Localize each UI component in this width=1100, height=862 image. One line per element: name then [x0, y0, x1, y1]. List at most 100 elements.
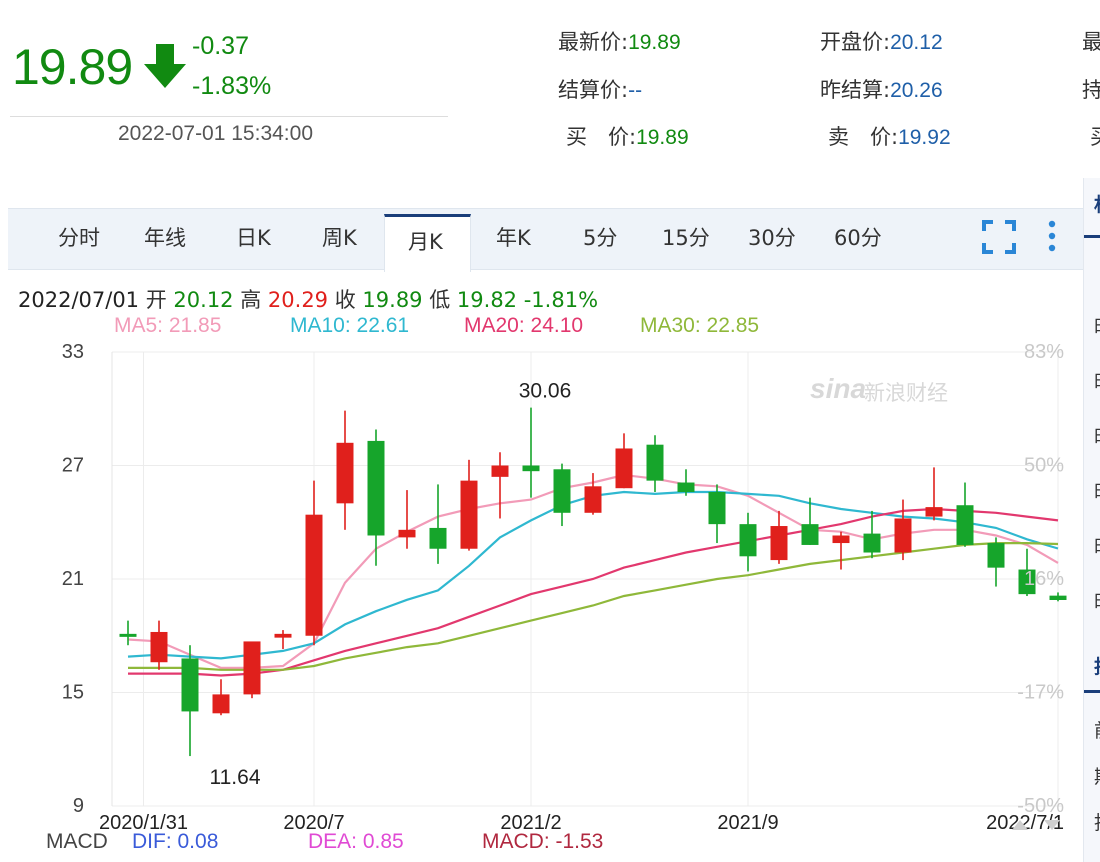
candle-body	[863, 533, 881, 553]
ma20-label: MA20: 24.10	[464, 314, 584, 337]
candle-body	[460, 480, 478, 549]
svg-text:sina: sina	[810, 373, 866, 404]
side-panel-accent	[1084, 235, 1100, 238]
y-tick-label: 33	[62, 341, 84, 363]
side-row: 时	[1094, 477, 1100, 504]
tab-week-k[interactable]: 周K	[322, 222, 357, 252]
candle	[305, 480, 323, 646]
tab-60min[interactable]: 60分	[834, 222, 882, 252]
y-tick-label: 21	[62, 568, 84, 590]
candle-body	[181, 658, 199, 712]
side-panel-accent-2	[1084, 690, 1100, 693]
candle-body	[584, 486, 602, 513]
side-title: 相	[1094, 190, 1100, 217]
info-open-label: 开	[145, 288, 167, 312]
candle	[491, 452, 509, 519]
candle-body	[367, 440, 385, 536]
candle	[677, 469, 695, 496]
tab-5min[interactable]: 5分	[583, 222, 617, 252]
quote-timestamp: 2022-07-01 15:34:00	[118, 122, 313, 145]
pct-tick-label: 16%	[1024, 568, 1064, 590]
tab-15min[interactable]: 15分	[662, 222, 710, 252]
x-tick-label: 2020/1/31	[99, 812, 188, 830]
macd-value: MACD: -1.53	[482, 830, 604, 853]
candle-body	[429, 527, 447, 549]
candle	[615, 433, 633, 489]
candle-body	[398, 529, 416, 538]
last-price: 19.89	[12, 39, 133, 95]
candle-body	[708, 491, 726, 525]
price-change: -0.37	[192, 32, 249, 60]
side-panel	[1083, 178, 1100, 862]
candle-body	[1049, 595, 1067, 600]
candle-body	[925, 507, 943, 517]
tab-month-k[interactable]: 月K	[408, 226, 443, 256]
candle	[243, 641, 261, 699]
field-bid: 买 价:19.89	[566, 125, 689, 149]
info-low-label: 低	[429, 288, 451, 312]
macd-title: MACD	[46, 830, 108, 853]
candle-body	[212, 694, 230, 714]
candle	[770, 510, 788, 564]
candle	[956, 482, 974, 547]
more-menu-icon[interactable]	[1046, 220, 1058, 252]
info-high-label: 高	[240, 288, 262, 312]
candle-body	[894, 518, 912, 553]
tab-strip: 分时 年线 日K 周K 月K 年K 5分 15分 30分 60分	[0, 208, 1084, 268]
candle-body	[677, 482, 695, 492]
candle	[832, 531, 850, 570]
fullscreen-icon[interactable]	[982, 220, 1016, 254]
candle-body	[243, 641, 261, 695]
candle-body	[274, 633, 292, 638]
side-row: 指	[1094, 808, 1100, 835]
candle	[1049, 592, 1067, 602]
ma-legend: MA5: 21.85 MA10: 22.61 MA20: 24.10 MA30: 22…	[114, 314, 759, 338]
candle-body	[987, 543, 1005, 568]
candle	[553, 463, 571, 527]
field-open: 开盘价:20.12	[820, 30, 943, 54]
info-pct: -1.81%	[523, 288, 599, 312]
candle-body	[956, 505, 974, 545]
side-row: 时	[1094, 587, 1100, 614]
annotations: 30.06 11.64	[210, 380, 572, 789]
side-row: 时	[1094, 532, 1100, 559]
candle	[646, 435, 664, 492]
tab-yearline[interactable]: 年线	[144, 222, 186, 252]
header-divider	[10, 116, 448, 117]
info-open: 20.12	[173, 288, 234, 312]
kline-chart[interactable]: sina 新浪财经 33 83%27 50%21 16%15 -17%9 -50%2020…	[0, 336, 1084, 830]
candle-body	[801, 524, 819, 545]
tab-day-k[interactable]: 日K	[236, 222, 271, 252]
candle	[739, 512, 757, 572]
info-high: 20.29	[267, 288, 329, 312]
candle	[119, 620, 137, 646]
ma-line-ma30	[128, 542, 1059, 671]
pct-tick-label: 50%	[1024, 455, 1064, 477]
candle-body	[770, 526, 788, 561]
candle-body	[336, 442, 354, 504]
tab-fenshi[interactable]: 分时	[58, 222, 100, 252]
tab-year-k[interactable]: 年K	[496, 222, 531, 252]
candles	[119, 407, 1067, 757]
chart-grid	[111, 351, 1062, 807]
macd-legend: MACD DIF: 0.08 DEA: 0.85 MACD: -1.53	[46, 830, 603, 854]
field-latest: 最新价:19.89	[558, 30, 681, 54]
down-arrow-icon	[144, 44, 186, 88]
candle-body	[522, 465, 540, 472]
side-section-title: 技	[1094, 652, 1100, 679]
side-row: 时	[1094, 367, 1100, 394]
candle-body	[646, 444, 664, 481]
field-ask: 卖 价:19.92	[828, 125, 951, 149]
candle	[584, 473, 602, 515]
candle	[522, 407, 540, 498]
ohlc-info: 2022/07/01 开 20.12 高 20.29 收 19.89 低 19.…	[18, 284, 598, 314]
x-tick-label: 2021/9	[717, 812, 778, 830]
candle-body	[150, 631, 168, 663]
field-prev-settle: 昨结算:20.26	[820, 78, 943, 102]
tab-30min[interactable]: 30分	[748, 222, 796, 252]
candle	[398, 490, 416, 549]
field-cut-1: 最	[1082, 30, 1100, 54]
candle	[212, 679, 230, 716]
extreme-label: 11.64	[210, 766, 261, 789]
field-settle: 结算价:--	[558, 78, 643, 102]
